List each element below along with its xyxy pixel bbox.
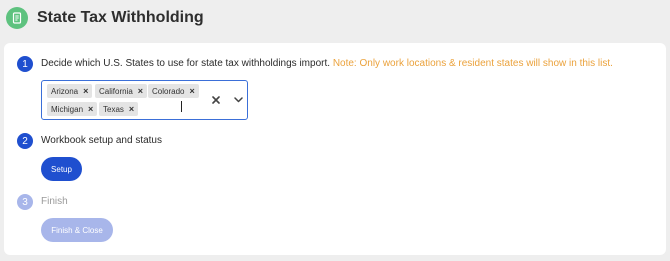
step-1-number: 1 bbox=[17, 56, 33, 72]
states-multiselect[interactable]: Arizona × California × Colorado × Michig… bbox=[41, 80, 248, 120]
chip-remove-icon[interactable]: × bbox=[129, 104, 134, 114]
step-3-number: 3 bbox=[17, 194, 33, 210]
chip-remove-icon[interactable]: × bbox=[88, 104, 93, 114]
step-2-label: Workbook setup and status bbox=[41, 135, 162, 146]
step-2-number: 2 bbox=[17, 133, 33, 149]
chip-label: Colorado bbox=[152, 86, 185, 96]
step-1-text: Decide which U.S. States to use for stat… bbox=[41, 58, 331, 69]
chip-texas: Texas × bbox=[99, 102, 139, 116]
chip-remove-icon[interactable]: × bbox=[83, 86, 88, 96]
chip-arizona: Arizona × bbox=[47, 84, 93, 98]
chip-colorado: Colorado × bbox=[148, 84, 199, 98]
chip-remove-icon[interactable]: × bbox=[138, 86, 143, 96]
chip-label: California bbox=[99, 86, 133, 96]
step-1-label: Decide which U.S. States to use for stat… bbox=[41, 58, 613, 69]
chip-california: California × bbox=[95, 84, 148, 98]
chip-label: Arizona bbox=[51, 86, 79, 96]
page-title: State Tax Withholding bbox=[37, 9, 204, 26]
finish-close-button[interactable]: Finish & Close bbox=[41, 218, 113, 242]
chip-label: Texas bbox=[103, 104, 124, 114]
chip-label: Michigan bbox=[51, 104, 84, 114]
step-3-label: Finish bbox=[41, 196, 68, 207]
step-1-note: Note: Only work locations & resident sta… bbox=[332, 58, 613, 69]
page-header: State Tax Withholding bbox=[6, 6, 204, 30]
chip-michigan: Michigan × bbox=[47, 102, 98, 116]
document-icon bbox=[6, 7, 28, 29]
setup-button[interactable]: Setup bbox=[41, 157, 82, 181]
wizard-card: 1 Decide which U.S. States to use for st… bbox=[4, 43, 666, 255]
text-caret[interactable] bbox=[181, 101, 182, 112]
clear-all-icon[interactable] bbox=[210, 94, 222, 106]
chevron-down-icon[interactable] bbox=[232, 94, 244, 106]
chip-remove-icon[interactable]: × bbox=[189, 86, 194, 96]
